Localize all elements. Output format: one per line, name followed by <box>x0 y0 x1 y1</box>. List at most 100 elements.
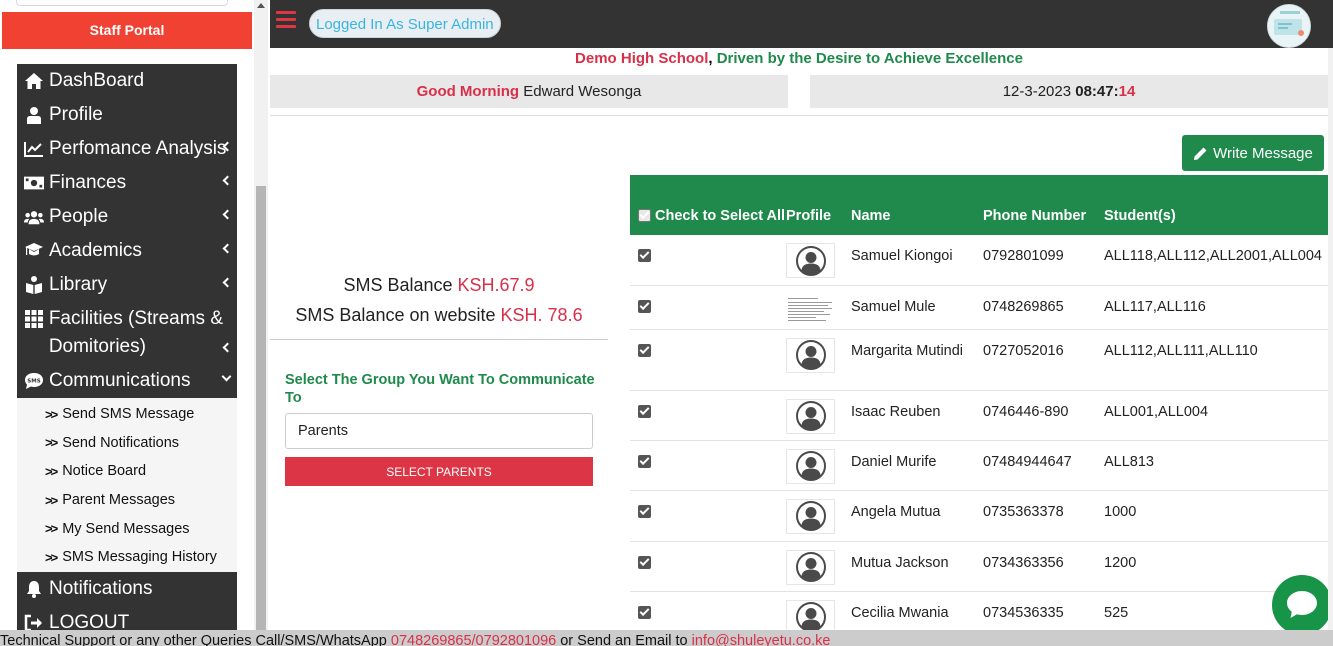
sms-balance-line: SMS Balance KSH.67.9 <box>270 270 608 300</box>
submenu-item-parent-messages[interactable]: >> Parent Messages <box>17 486 237 515</box>
footer-email-link[interactable]: info@shuleyetu.co.ke <box>692 633 831 646</box>
row-check-cell <box>630 285 786 329</box>
row-profile-cell <box>786 440 851 490</box>
sidebar-item-performance[interactable]: Perfomance Analysis <box>17 132 237 166</box>
header-name: Name <box>851 208 891 224</box>
submenu-item-notice-board[interactable]: >> Notice Board <box>17 457 237 486</box>
sms-balance-panel: SMS Balance KSH.67.9 SMS Balance on webs… <box>270 270 608 330</box>
sidebar-item-academics[interactable]: Academics <box>17 234 237 268</box>
table-row[interactable]: Margarita Mutindi 0727052016 ALL112,ALL111… <box>630 329 1328 390</box>
chat-icon <box>1287 591 1317 618</box>
sidebar-scrollbar[interactable] <box>254 0 268 646</box>
page-scrollbar[interactable] <box>1328 48 1333 630</box>
hamburger-menu-icon[interactable] <box>276 11 296 29</box>
sidebar-item-people[interactable]: People <box>17 200 237 234</box>
row-checkbox[interactable] <box>638 404 651 418</box>
sidebar-search-box[interactable] <box>16 0 228 6</box>
row-students: ALL001,ALL004 <box>1104 403 1209 420</box>
sms-icon: SMS <box>24 371 44 391</box>
row-checkbox[interactable] <box>638 454 651 468</box>
table-header-row: Check to Select All Profile Name Phone N… <box>630 175 1328 235</box>
sidebar-menu: DashBoard Profile Perfomance Analysis Fi… <box>17 64 237 646</box>
row-name: Angela Mutua <box>851 503 941 520</box>
row-name: Daniel Murife <box>851 453 937 470</box>
double-chevron-right-icon: >> <box>45 463 58 479</box>
school-banner: Demo High School, Driven by the Desire t… <box>270 50 1328 67</box>
table-row[interactable]: Samuel Kiongoi 0792801099 ALL118,ALL112,AL… <box>630 235 1328 285</box>
double-chevron-right-icon: >> <box>45 521 58 537</box>
row-profile-cell <box>786 541 851 591</box>
submenu-item-send-sms[interactable]: >> Send SMS Message <box>17 400 237 429</box>
submenu-label: Send Notifications <box>62 434 180 451</box>
table-row[interactable]: Daniel Murife 07484944647 ALL813 <box>630 440 1328 490</box>
sidebar-item-library[interactable]: Library <box>17 268 237 302</box>
table-row[interactable]: Angela Mutua 0735363378 1000 <box>630 490 1328 541</box>
row-checkbox[interactable] <box>638 555 651 569</box>
row-name: Mutua Jackson <box>851 554 949 571</box>
sms-balance-label: SMS Balance <box>343 275 453 295</box>
footer-phones-link[interactable]: 0748269865/0792801096 <box>391 633 556 646</box>
select-all-checkbox[interactable] <box>638 209 651 222</box>
sidebar-item-label: Academics <box>49 240 142 261</box>
sidebar-item-finances[interactable]: Finances <box>17 166 237 200</box>
sidebar: Staff Portal DashBoard Profile Perfomanc… <box>0 0 268 646</box>
sms-website-label: SMS Balance on website <box>295 305 496 325</box>
sidebar-item-communications[interactable]: SMS Communications <box>17 364 237 398</box>
grid-icon <box>24 309 44 329</box>
submenu-item-sms-history[interactable]: >> SMS Messaging History <box>17 543 237 572</box>
table-row[interactable]: Isaac Reuben 0746446-890 ALL001,ALL004 <box>630 390 1328 440</box>
row-phone: 0734363356 <box>983 554 1064 571</box>
submenu-label: Notice Board <box>62 463 147 480</box>
row-students: ALL117,ALL116 <box>1104 298 1206 315</box>
user-icon <box>24 105 44 125</box>
banner-comma: , <box>708 50 713 67</box>
table-row[interactable]: Samuel Mule 0748269865 ALL117,ALL116 <box>630 285 1328 329</box>
submenu-item-my-send-messages[interactable]: >> My Send Messages <box>17 514 237 543</box>
chevron-left-icon <box>222 243 233 254</box>
write-message-button[interactable]: Write Message <box>1182 135 1324 171</box>
user-avatar[interactable] <box>1267 4 1311 48</box>
row-profile-cell <box>786 329 851 390</box>
group-select-label: Select The Group You Want To Communicate… <box>285 372 595 406</box>
header-divider <box>270 115 1328 116</box>
sidebar-item-dashboard[interactable]: DashBoard <box>17 64 237 98</box>
table-row[interactable]: Mutua Jackson 0734363356 1200 <box>630 541 1328 591</box>
row-checkbox[interactable] <box>638 249 651 262</box>
sidebar-item-profile[interactable]: Profile <box>17 98 237 132</box>
sidebar-item-label: Finances <box>49 172 127 193</box>
chart-line-icon <box>24 139 44 159</box>
submenu-item-send-notifications[interactable]: >> Send Notifications <box>17 429 237 458</box>
row-students: ALL112,ALL111,ALL110 <box>1104 342 1258 359</box>
row-students: 1000 <box>1104 503 1137 520</box>
sidebar-item-facilities[interactable]: Facilities (Streams & Domitories) <box>17 302 237 364</box>
row-check-cell <box>630 541 786 591</box>
greeting-text: Good Morning <box>416 83 520 100</box>
scrollbar-thumb[interactable] <box>256 186 266 646</box>
row-profile-cell <box>786 490 851 541</box>
row-name: Samuel Kiongoi <box>851 248 953 264</box>
select-parents-button[interactable]: SELECT PARENTS <box>285 457 593 486</box>
row-checkbox[interactable] <box>638 605 651 619</box>
chat-widget-button[interactable] <box>1272 575 1332 635</box>
bell-icon <box>24 579 44 599</box>
row-phone: 07484944647 <box>983 453 1072 470</box>
header-check-label: Check to Select All <box>655 208 786 224</box>
portal-title: Staff Portal <box>2 12 252 49</box>
row-check-cell <box>630 490 786 541</box>
row-checkbox[interactable] <box>638 299 651 313</box>
row-checkbox[interactable] <box>638 504 651 518</box>
current-date: 12-3-2023 <box>1002 83 1072 100</box>
sidebar-item-label: Communications <box>49 370 191 391</box>
row-checkbox[interactable] <box>638 343 651 357</box>
double-chevron-right-icon: >> <box>45 549 58 565</box>
group-select-input[interactable] <box>285 413 593 449</box>
date-time-box: 12-3-2023 08:47:14 <box>810 75 1328 108</box>
sidebar-item-notifications[interactable]: Notifications <box>17 572 237 606</box>
row-phone: 0735363378 <box>983 503 1064 520</box>
row-students: ALL813 <box>1104 453 1154 470</box>
header-check-all[interactable]: Check to Select All <box>630 175 786 235</box>
sms-website-balance-line: SMS Balance on website KSH. 78.6 <box>270 300 608 330</box>
double-chevron-right-icon: >> <box>45 492 58 508</box>
scroll-up-arrow-icon[interactable] <box>257 3 265 8</box>
row-profile-cell <box>786 285 851 329</box>
